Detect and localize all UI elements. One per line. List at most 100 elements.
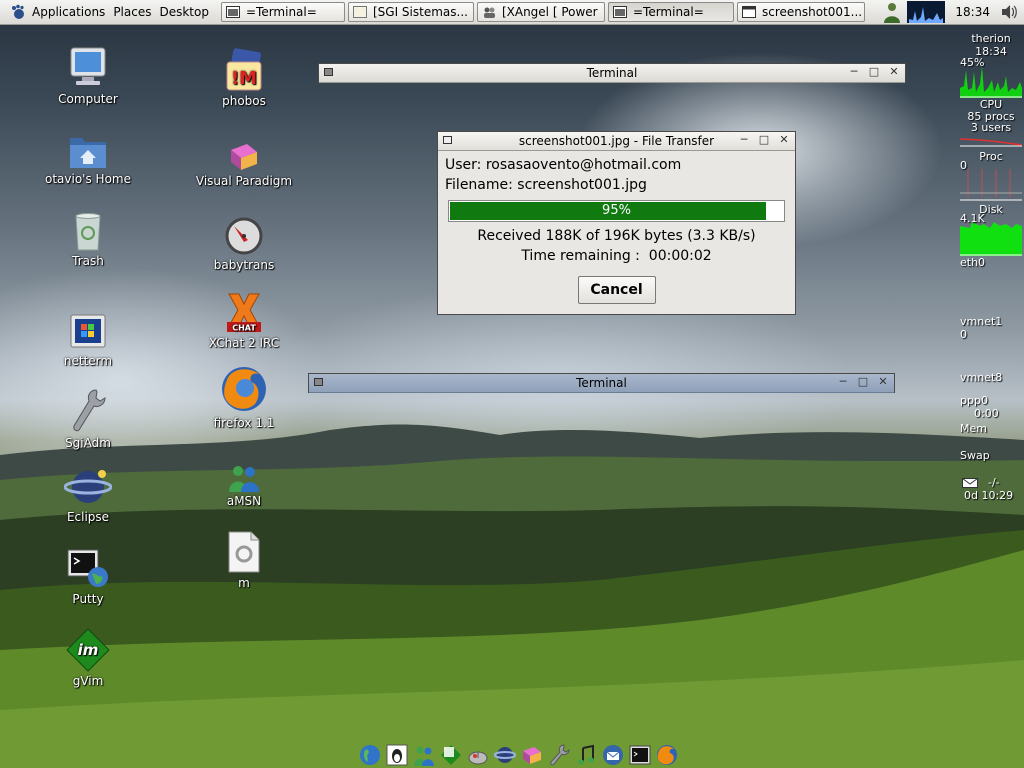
maximize-icon[interactable]: □ — [867, 65, 881, 79]
titlebar[interactable]: screenshot001.jpg - File Transfer ─ □ ✕ — [438, 132, 795, 151]
desktop-menu[interactable]: Desktop — [155, 0, 213, 24]
terminal-icon — [225, 6, 240, 18]
users-icon — [483, 7, 495, 18]
terminal-window-top[interactable]: Terminal ─ □ ✕ — [318, 63, 906, 83]
tux-icon[interactable] — [385, 743, 409, 767]
taskbar-button-screenshot[interactable]: screenshot001... — [736, 2, 865, 22]
gnome-foot-icon — [12, 4, 24, 19]
icon-label: firefox 1.1 — [213, 416, 275, 430]
computer-icon — [70, 47, 106, 85]
vmnet1-value: 0 — [960, 328, 967, 341]
task-label: =Terminal= — [632, 5, 704, 19]
desktop-icon-m[interactable]: m — [189, 530, 299, 590]
icon-label: gVim — [72, 674, 104, 688]
desktop-icon-xchat[interactable]: CHAT XChat 2 IRC — [189, 292, 299, 350]
time-remaining-text: Time remaining : 00:00:02 — [521, 248, 712, 264]
progress-bar: 95% — [448, 200, 785, 222]
launcher-dock — [358, 742, 679, 768]
eclipse-icon[interactable] — [493, 743, 517, 767]
maximize-icon[interactable]: □ — [757, 133, 771, 147]
received-text: Received 188K of 196K bytes (3.3 KB/s) — [477, 228, 756, 244]
paradigm-icon[interactable] — [520, 743, 544, 767]
disk-rate: 4.1K — [960, 212, 985, 225]
icon-label: aMSN — [226, 494, 262, 508]
icon-label: m — [238, 576, 250, 590]
titlebar[interactable]: Terminal ─ □ ✕ — [319, 64, 905, 83]
mem-label: Mem — [960, 422, 987, 435]
close-icon[interactable]: ✕ — [876, 375, 890, 389]
cpu-applet-graph[interactable] — [907, 1, 946, 23]
vim-icon[interactable] — [439, 743, 463, 767]
desktop-icon-trash[interactable]: Trash — [33, 212, 143, 268]
top-panel: Applications Places Desktop =Terminal= [… — [0, 0, 1024, 25]
terminal-icon — [612, 6, 627, 18]
desktop-icon-eclipse[interactable]: Eclipse — [33, 466, 143, 524]
desktop-icon-gvim[interactable]: im gVim — [33, 628, 143, 688]
music-icon[interactable] — [574, 743, 598, 767]
desktop-icon-babytrans[interactable]: babytrans — [189, 216, 299, 272]
wrench-icon[interactable] — [547, 743, 571, 767]
mail-icon[interactable] — [962, 477, 978, 488]
desktop-icon-phobos[interactable]: !M phobos — [189, 46, 299, 108]
eclipse-icon — [64, 470, 112, 503]
taskbar-button-terminal-2[interactable]: =Terminal= — [607, 2, 734, 22]
amsn-icon — [229, 466, 259, 492]
host-name: therion — [971, 32, 1011, 45]
svg-text:!M: !M — [231, 68, 257, 89]
taskbar-button-terminal-1[interactable]: =Terminal= — [220, 2, 345, 22]
xchat-icon: CHAT — [227, 293, 261, 333]
disk-graph: 4.1K — [960, 212, 1022, 256]
applications-menu[interactable]: Applications — [0, 0, 109, 24]
terminal-icon[interactable] — [628, 743, 652, 767]
minimize-icon[interactable]: ─ — [836, 375, 850, 389]
task-label: [XAngel [ Power — [501, 5, 598, 19]
places-menu[interactable]: Places — [109, 0, 155, 24]
volume-icon[interactable] — [1000, 3, 1018, 21]
desktop-icon-home[interactable]: otavio's Home — [33, 132, 143, 186]
minimize-icon[interactable]: ─ — [847, 65, 861, 79]
icon-label: Eclipse — [66, 510, 110, 524]
desktop-icon-putty[interactable]: Putty — [33, 548, 143, 606]
desktop-icon-netterm[interactable]: netterm — [33, 312, 143, 368]
desktop-icon-computer[interactable]: Computer — [33, 46, 143, 106]
globe-icon[interactable] — [358, 743, 382, 767]
firefox-icon[interactable] — [655, 743, 679, 767]
close-icon[interactable]: ✕ — [887, 65, 901, 79]
desktop-icon-firefox[interactable]: firefox 1.1 — [189, 364, 299, 430]
progress-label: 95% — [602, 203, 631, 218]
thunderbird-icon[interactable] — [601, 743, 625, 767]
minimize-icon[interactable]: ─ — [737, 133, 751, 147]
window-menu-icon[interactable] — [314, 378, 323, 386]
cpu-percent: 45% — [960, 56, 985, 69]
titlebar[interactable]: Terminal ─ □ ✕ — [309, 374, 894, 393]
chat-icon — [352, 6, 367, 18]
terminal-window-mid[interactable]: Terminal ─ □ ✕ — [308, 373, 895, 393]
users-graph — [959, 138, 1023, 147]
dialog-body: User: rosasaovento@hotmail.com Filename:… — [438, 151, 795, 304]
taskbar-button-sgi-sistemas[interactable]: [SGI Sistemas... — [347, 2, 474, 22]
maximize-icon[interactable]: □ — [856, 375, 870, 389]
window-title: Terminal — [576, 376, 627, 390]
desktop-icon-amsn[interactable]: aMSN — [189, 464, 299, 508]
mail-row: -/- — [958, 476, 1024, 489]
cancel-button[interactable]: Cancel — [577, 276, 656, 304]
proc-graph: 0 — [960, 159, 1022, 201]
window-title: screenshot001.jpg - File Transfer — [518, 134, 715, 148]
desktop-icon-visual-paradigm[interactable]: Visual Paradigm — [189, 140, 299, 188]
user-status-icon[interactable] — [881, 1, 903, 23]
netterm-icon — [70, 314, 106, 348]
icon-label: otavio's Home — [45, 172, 131, 186]
file-transfer-dialog: screenshot001.jpg - File Transfer ─ □ ✕ … — [437, 131, 796, 315]
people-icon[interactable] — [412, 743, 436, 767]
window-menu-icon[interactable] — [324, 68, 333, 76]
taskbar-button-xangel[interactable]: [XAngel [ Power — [476, 2, 605, 22]
icon-label: netterm — [63, 354, 113, 368]
panel-clock[interactable]: 18:34 — [945, 5, 1000, 19]
window-menu-icon[interactable] — [443, 136, 452, 144]
icon-label: Putty — [72, 592, 104, 606]
firefox-icon — [222, 367, 266, 411]
proc-zero: 0 — [960, 159, 967, 172]
close-icon[interactable]: ✕ — [777, 133, 791, 147]
mouse-icon[interactable] — [466, 743, 490, 767]
desktop-icon-sgiadm[interactable]: SgiAdm — [33, 388, 143, 450]
